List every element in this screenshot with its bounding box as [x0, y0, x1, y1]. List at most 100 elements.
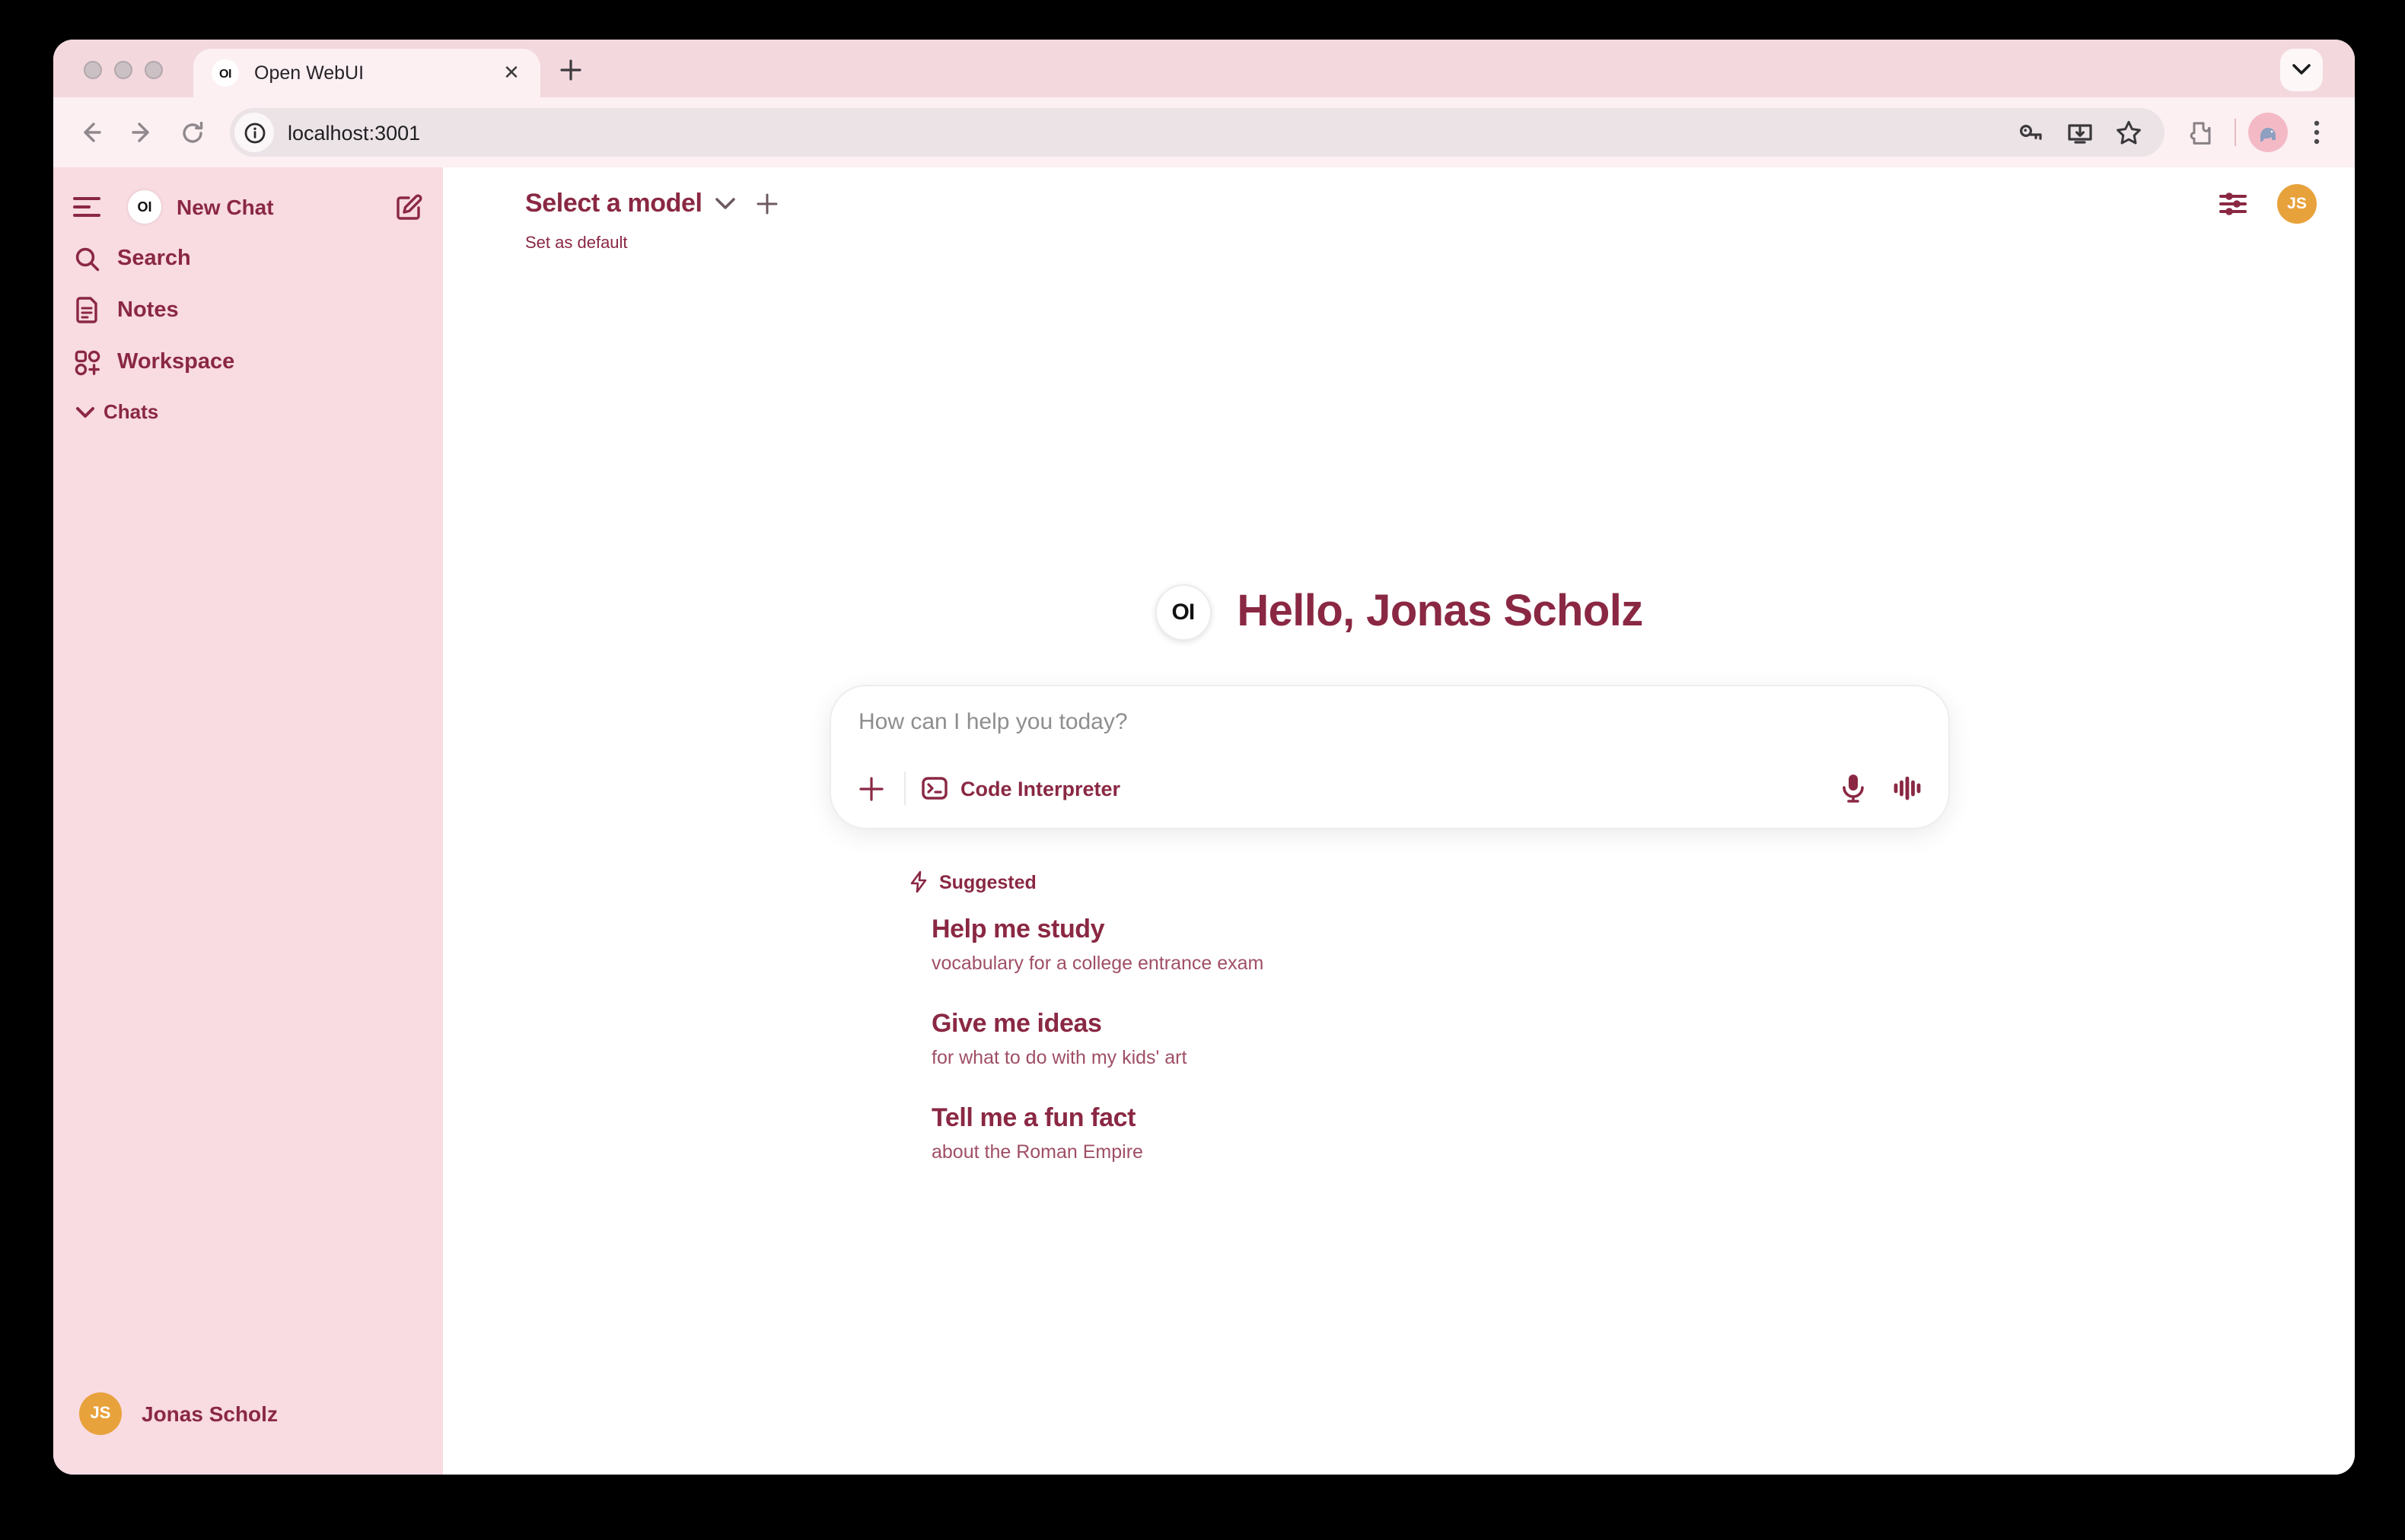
- chevron-down-icon: [75, 391, 96, 434]
- suggestion-title: Tell me a fun fact: [932, 1102, 2005, 1135]
- forward-button[interactable]: [119, 110, 164, 155]
- new-chat-button[interactable]: New Chat: [177, 186, 274, 228]
- sliders-icon: [2218, 189, 2248, 219]
- suggestion-title: Help me study: [932, 913, 2005, 947]
- browser-menu-button[interactable]: [2297, 113, 2337, 152]
- profile-elephant-icon: [2254, 119, 2282, 146]
- reload-button[interactable]: [169, 110, 215, 155]
- voice-call-button[interactable]: [1887, 768, 1927, 808]
- add-model-button[interactable]: [757, 193, 779, 215]
- suggestion-title: Give me ideas: [932, 1007, 2005, 1041]
- install-app-button[interactable]: [2058, 111, 2101, 154]
- suggestion-list: Help me study vocabulary for a college e…: [909, 913, 2005, 1166]
- suggestion-subtitle: for what to do with my kids' art: [932, 1045, 2005, 1071]
- chat-main: Select a model Set as default: [443, 167, 2355, 1475]
- workspace-icon: [72, 341, 102, 383]
- password-manager-button[interactable]: [2009, 111, 2052, 154]
- key-icon: [2016, 118, 2045, 147]
- new-tab-button[interactable]: [553, 52, 589, 88]
- suggested-section: Suggested Help me study vocabulary for a…: [909, 870, 2005, 1196]
- tab-search-button[interactable]: [2280, 49, 2323, 91]
- traffic-light-close[interactable]: [84, 61, 102, 79]
- message-input-card: Code Interpreter: [830, 685, 1950, 829]
- greeting: OI Hello, Jonas Scholz: [443, 584, 2355, 641]
- traffic-light-minimize[interactable]: [114, 61, 132, 79]
- chevron-down-icon: [716, 198, 736, 210]
- sidebar: OI New Chat: [53, 167, 443, 1475]
- set-as-default-link[interactable]: Set as default: [525, 234, 628, 253]
- sidebar-item-search[interactable]: Search: [53, 237, 443, 280]
- microphone-icon: [1840, 773, 1865, 803]
- account-avatar-button[interactable]: JS: [2277, 184, 2317, 224]
- sidebar-item-label: Workspace: [117, 341, 234, 383]
- info-icon: [243, 121, 266, 144]
- kebab-menu-icon: [2314, 120, 2320, 145]
- plus-icon: [560, 59, 581, 81]
- chats-section-toggle[interactable]: Chats: [53, 391, 443, 434]
- sidebar-item-label: Notes: [117, 289, 179, 332]
- plus-icon: [858, 775, 884, 801]
- attach-button[interactable]: [849, 767, 892, 810]
- compose-button[interactable]: [391, 186, 425, 228]
- reload-icon: [179, 119, 205, 145]
- toolbar-right-cluster: [2180, 111, 2337, 154]
- suggested-label: Suggested: [939, 871, 1037, 892]
- tab-favicon: OI: [212, 59, 239, 87]
- site-info-button[interactable]: [234, 113, 274, 152]
- sidebar-item-label: Search: [117, 237, 191, 280]
- greeting-text: Hello, Jonas Scholz: [1237, 587, 1642, 638]
- suggestion-item[interactable]: Tell me a fun fact about the Roman Empir…: [932, 1102, 2005, 1166]
- waveform-icon: [1892, 773, 1922, 803]
- star-icon: [2114, 118, 2142, 147]
- page-content: OI New Chat: [53, 167, 2355, 1475]
- browser-tab[interactable]: OI Open WebUI ✕: [193, 49, 540, 97]
- sidebar-user-menu[interactable]: JS Jonas Scholz: [53, 1392, 443, 1435]
- toolbar-divider: [2235, 119, 2236, 146]
- suggestion-subtitle: vocabulary for a college entrance exam: [932, 951, 2005, 977]
- sidebar-header: OI New Chat: [53, 186, 443, 228]
- controls-button[interactable]: [2216, 187, 2250, 221]
- terminal-icon: [921, 775, 948, 802]
- suggestion-item[interactable]: Give me ideas for what to do with my kid…: [932, 1007, 2005, 1071]
- browser-profile-button[interactable]: [2248, 113, 2288, 152]
- model-selector[interactable]: Select a model: [525, 189, 779, 219]
- sidebar-item-workspace[interactable]: Workspace: [53, 341, 443, 383]
- plus-icon: [757, 193, 779, 215]
- hamburger-icon: [73, 196, 100, 218]
- suggestion-item[interactable]: Help me study vocabulary for a college e…: [932, 913, 2005, 977]
- monitor-download-icon: [2065, 118, 2094, 147]
- browser-toolbar: localhost:3001: [53, 97, 2355, 167]
- dictate-button[interactable]: [1833, 768, 1872, 808]
- app-logo: OI: [128, 190, 161, 224]
- forward-arrow-icon: [128, 119, 155, 146]
- pencil-square-icon: [393, 192, 422, 221]
- tab-close-icon[interactable]: ✕: [498, 59, 525, 87]
- chats-section-label: Chats: [104, 391, 158, 434]
- sidebar-item-notes[interactable]: Notes: [53, 289, 443, 332]
- lightning-icon: [909, 870, 929, 893]
- suggestion-subtitle: about the Roman Empire: [932, 1140, 2005, 1166]
- chevron-down-icon: [2292, 64, 2311, 76]
- sidebar-toggle-button[interactable]: [72, 186, 102, 228]
- user-avatar: JS: [79, 1392, 122, 1435]
- search-icon: [72, 237, 102, 280]
- tab-strip: OI Open WebUI ✕: [53, 40, 2355, 97]
- notes-icon: [72, 289, 102, 332]
- message-input[interactable]: [858, 709, 1921, 761]
- back-button[interactable]: [68, 110, 114, 155]
- suggested-header: Suggested: [909, 870, 2005, 893]
- extensions-button[interactable]: [2180, 111, 2222, 154]
- tab-title: Open WebUI: [254, 62, 498, 84]
- input-divider: [904, 772, 906, 805]
- input-toolbar: Code Interpreter: [849, 761, 1927, 816]
- traffic-light-zoom[interactable]: [145, 61, 163, 79]
- app-logo-large: OI: [1155, 584, 1211, 641]
- address-bar[interactable]: localhost:3001: [230, 108, 2164, 157]
- bookmark-button[interactable]: [2107, 111, 2149, 154]
- user-name: Jonas Scholz: [142, 1392, 278, 1435]
- puzzle-icon: [2187, 118, 2215, 147]
- code-interpreter-toggle[interactable]: Code Interpreter: [921, 775, 1120, 802]
- header-controls: JS: [2216, 184, 2317, 224]
- back-arrow-icon: [78, 119, 105, 146]
- url-text: localhost:3001: [288, 121, 2003, 144]
